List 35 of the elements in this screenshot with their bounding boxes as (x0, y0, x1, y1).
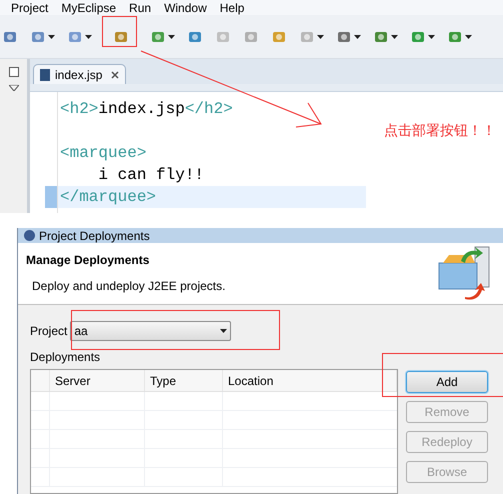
menu-item[interactable]: Help (220, 2, 244, 14)
highlight-frame (102, 16, 137, 47)
dropdown-caret-icon[interactable] (85, 34, 92, 38)
caret-icon (220, 329, 228, 333)
project-dropdown[interactable]: aa (70, 321, 232, 341)
dialog-title: Project Deployments (39, 228, 150, 244)
project-label: Project (30, 323, 68, 340)
column-header[interactable]: Type (145, 370, 223, 391)
menu-item[interactable]: Project (11, 2, 48, 14)
dialog-button[interactable]: Add (406, 371, 488, 393)
annotation-text: 点击部署按钮！！ (384, 122, 496, 138)
close-icon[interactable] (111, 70, 120, 78)
minimize-icon[interactable] (8, 67, 18, 77)
app-icon (24, 230, 35, 241)
menu-item[interactable]: MyEclipse (61, 2, 116, 14)
jsp-file-icon (40, 68, 50, 80)
menu-item[interactable]: Window (164, 2, 207, 14)
dropdown-caret-icon[interactable] (354, 34, 361, 38)
code-line: i can fly!! (97, 165, 206, 186)
dropdown-caret-icon[interactable] (317, 34, 324, 38)
view-menu-icon[interactable] (8, 85, 18, 91)
dropdown-caret-icon[interactable] (428, 34, 435, 38)
dropdown-caret-icon[interactable] (48, 34, 55, 38)
code-line: <h2>index.jsp</h2> (59, 99, 234, 120)
deployments-label: Deployments (30, 349, 100, 366)
dropdown-caret-icon[interactable] (465, 34, 472, 38)
dialog-description: Deploy and undeploy J2EE projects. (31, 278, 226, 295)
column-header[interactable]: Location (223, 370, 397, 391)
column-header[interactable]: Server (50, 370, 145, 391)
menu-item[interactable]: Run (129, 2, 152, 14)
dialog-heading: Manage Deployments (26, 252, 150, 269)
editor-tab[interactable]: index.jsp (33, 64, 126, 84)
code-line: <marquee> (59, 143, 148, 164)
dropdown-caret-icon[interactable] (168, 34, 175, 38)
dropdown-caret-icon[interactable] (391, 34, 398, 38)
